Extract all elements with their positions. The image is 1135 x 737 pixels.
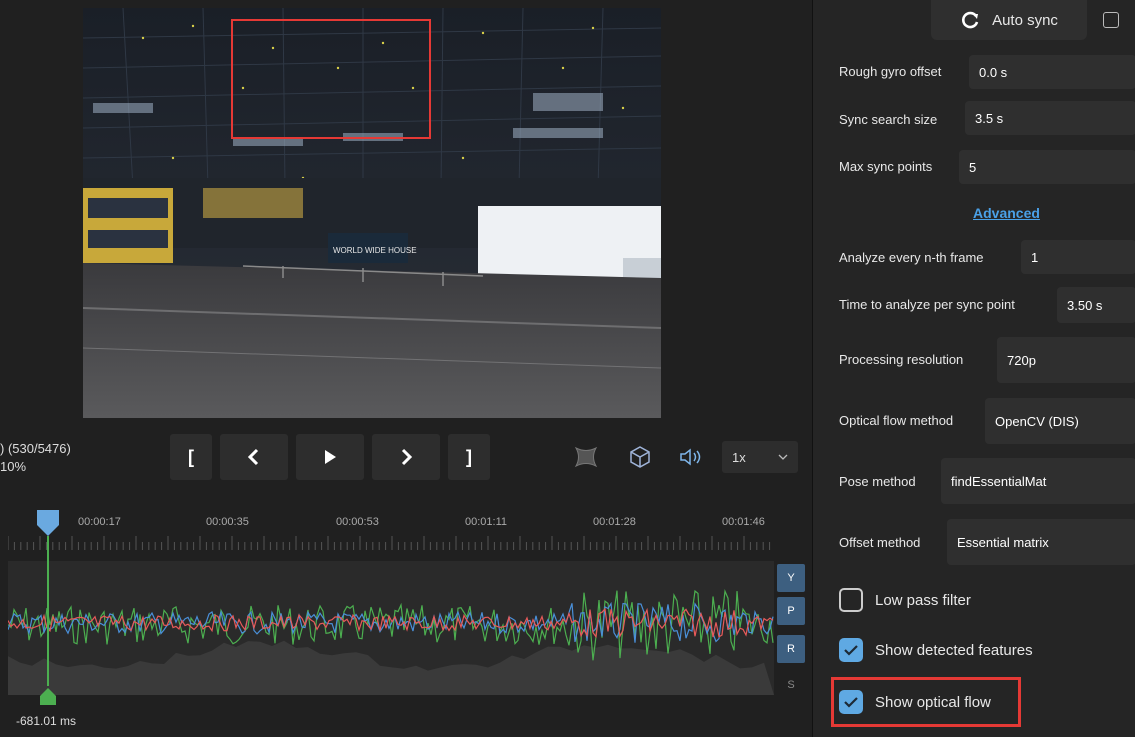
time-to-analyze-label: Time to analyze per sync point xyxy=(839,297,1015,312)
channel-s-button[interactable]: S xyxy=(777,671,805,699)
channel-label: Y xyxy=(787,572,795,584)
analyze-every-label: Analyze every n-th frame xyxy=(839,250,984,265)
gyro-cube-icon xyxy=(630,446,650,468)
channel-label: S xyxy=(787,679,795,691)
player-area: WORLD WIDE HOUSE ) (530/5476) 10% [] 1x… xyxy=(0,0,812,737)
advanced-link[interactable]: Advanced xyxy=(973,205,1040,221)
tick-label: 00:00:35 xyxy=(206,516,249,528)
lens-distortion-icon xyxy=(574,446,598,468)
sync-search-size-field[interactable]: 3.5 s xyxy=(965,101,1135,135)
gyro-chart[interactable] xyxy=(7,561,774,695)
show-detected-features-label: Show detected features xyxy=(875,641,1033,659)
offset-method-label: Offset method xyxy=(839,535,921,550)
max-sync-points-field[interactable]: 5 xyxy=(959,150,1135,184)
channel-label: R xyxy=(787,643,795,655)
show-detected-features-checkbox[interactable] xyxy=(839,638,863,662)
processing-resolution-select[interactable]: 720p xyxy=(997,337,1135,383)
timeline-ticks xyxy=(8,536,771,550)
sync-search-size-label: Sync search size xyxy=(839,112,938,127)
sync-region-highlight[interactable] xyxy=(231,19,431,139)
analyze-every-field[interactable]: 1 xyxy=(1021,240,1135,274)
app-window: WORLD WIDE HOUSE ) (530/5476) 10% [] 1x… xyxy=(0,0,1135,737)
auto-sync-checkbox[interactable] xyxy=(1103,12,1119,28)
set-start-label: [ xyxy=(188,446,194,467)
timeline-ruler[interactable]: 00:00:17 00:00:35 00:00:53 00:01:11 00:0… xyxy=(8,506,774,550)
auto-sync-button[interactable]: Auto sync xyxy=(931,0,1087,40)
tick-label: 00:01:28 xyxy=(593,516,636,528)
speaker-icon xyxy=(680,448,701,466)
time-to-analyze-field[interactable]: 3.50 s xyxy=(1057,287,1135,323)
checkmark-icon xyxy=(844,645,858,656)
lens-view-button[interactable] xyxy=(572,443,600,471)
offset-method-select[interactable]: Essential matrix xyxy=(947,519,1135,565)
tick-label: 00:00:17 xyxy=(78,516,121,528)
video-sign-text: WORLD WIDE HOUSE xyxy=(333,246,417,255)
channel-roll-button[interactable]: R xyxy=(777,635,805,663)
stabilization-toggle-button[interactable] xyxy=(626,443,654,471)
progress-percent: 10% xyxy=(0,459,27,474)
frame-counter: ) (530/5476) xyxy=(0,441,71,456)
play-button[interactable] xyxy=(296,434,364,480)
next-frame-button[interactable] xyxy=(372,434,440,480)
channel-pitch-button[interactable]: P xyxy=(777,597,805,625)
set-start-button[interactable]: [ xyxy=(170,434,212,480)
rough-gyro-offset-field[interactable]: 0.0 s xyxy=(969,55,1135,89)
show-optical-flow-highlight xyxy=(831,677,1021,727)
sync-settings-panel: Auto sync Rough gyro offset 0.0 s Sync s… xyxy=(812,0,1135,737)
processing-resolution-label: Processing resolution xyxy=(839,352,964,367)
prev-frame-button[interactable] xyxy=(220,434,288,480)
set-end-label: ] xyxy=(466,446,472,467)
low-pass-filter-label: Low pass filter xyxy=(875,591,971,609)
optical-flow-method-label: Optical flow method xyxy=(839,413,954,428)
rough-gyro-offset-label: Rough gyro offset xyxy=(839,64,942,79)
play-icon xyxy=(325,450,336,464)
chevron-down-icon xyxy=(778,454,788,460)
sync-offset-value: -681.01 ms xyxy=(16,714,77,728)
set-end-button[interactable]: ] xyxy=(448,434,490,480)
frame-info: ) (530/5476) 10% xyxy=(0,440,71,476)
pose-method-select[interactable]: findEssentialMat xyxy=(941,458,1135,504)
low-pass-filter-checkbox[interactable] xyxy=(839,588,863,612)
audio-button[interactable] xyxy=(677,443,705,471)
channel-yaw-button[interactable]: Y xyxy=(777,564,805,592)
playback-speed-select[interactable]: 1x xyxy=(722,441,798,473)
playback-speed-value: 1x xyxy=(732,449,746,465)
chevron-right-icon xyxy=(401,448,413,466)
sync-icon xyxy=(962,11,979,29)
chevron-left-icon xyxy=(247,448,259,466)
tick-label: 00:01:11 xyxy=(465,516,508,528)
max-sync-points-label: Max sync points xyxy=(839,159,933,174)
tick-label: 00:01:46 xyxy=(722,516,765,528)
channel-label: P xyxy=(787,605,795,617)
playhead[interactable] xyxy=(34,508,64,728)
tick-label: 00:00:53 xyxy=(336,516,379,528)
show-detected-features-row[interactable]: Show detected features xyxy=(839,638,1033,662)
pose-method-label: Pose method xyxy=(839,474,916,489)
gyro-chart-plot xyxy=(7,589,774,695)
low-pass-filter-row[interactable]: Low pass filter xyxy=(839,588,971,612)
optical-flow-method-select[interactable]: OpenCV (DIS) xyxy=(985,398,1135,444)
auto-sync-label: Auto sync xyxy=(992,11,1058,29)
